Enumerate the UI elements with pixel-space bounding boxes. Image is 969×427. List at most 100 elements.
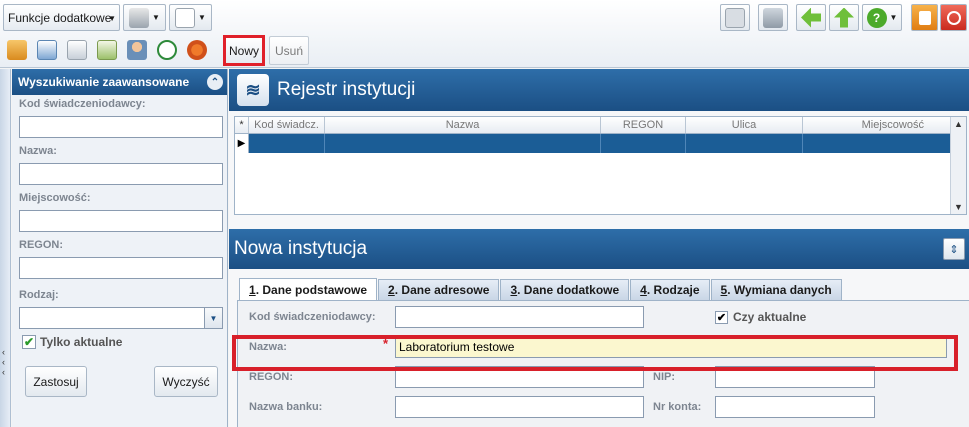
rodzaj-label: Rodzaj: xyxy=(19,289,59,301)
clock-button[interactable] xyxy=(153,36,181,66)
layout-icon xyxy=(175,7,196,28)
signature-button[interactable] xyxy=(63,36,91,66)
kod-field[interactable] xyxy=(395,306,644,328)
up-button[interactable] xyxy=(829,4,859,31)
collapse-up-icon[interactable]: ⌃ xyxy=(207,74,223,90)
tab-dane-dodatkowe[interactable]: 3. Dane dodatkowe xyxy=(500,279,630,300)
table-cell[interactable] xyxy=(803,134,951,153)
institutions-grid: * Kod świadcz. Nazwa REGON Ulica Miejsco… xyxy=(234,116,967,215)
kod-search-input[interactable] xyxy=(19,116,223,138)
column-header[interactable]: Nazwa xyxy=(325,117,601,133)
column-header[interactable]: Ulica xyxy=(686,117,803,133)
tab-dane-adresowe[interactable]: 2. Dane adresowe xyxy=(378,279,500,300)
registry-title: Rejestr instytucji xyxy=(277,79,416,100)
table-row[interactable]: ▶ xyxy=(235,134,951,153)
tab-dane-podstawowe[interactable]: 1. Dane podstawowe xyxy=(239,278,378,301)
active-label: Czy aktualne xyxy=(733,310,807,324)
flower-button[interactable] xyxy=(183,36,211,66)
funkcje-label: Funkcje dodatkowe xyxy=(8,10,112,25)
regon-search-input[interactable] xyxy=(19,257,223,279)
account-field[interactable] xyxy=(715,396,875,418)
tab-number: 5 xyxy=(720,283,728,297)
scroll-up-icon[interactable]: ▲ xyxy=(954,119,963,129)
scroll-down-icon[interactable]: ▼ xyxy=(954,202,963,212)
home-button[interactable] xyxy=(3,36,31,66)
only-current-checkbox[interactable]: ✔ Tylko aktualne xyxy=(22,335,122,349)
collapse-strip[interactable]: ‹ ‹ ‹ xyxy=(0,69,11,427)
calendar-button[interactable] xyxy=(33,36,61,66)
nip-field-label: NIP: xyxy=(653,371,675,383)
registry-title-bar: ≋ Rejestr instytucji xyxy=(229,69,969,111)
column-header[interactable]: Miejscowość xyxy=(803,117,951,133)
table-cell[interactable] xyxy=(686,134,803,153)
chevron-down-icon: ▼ xyxy=(889,13,898,22)
tab-number: 3 xyxy=(510,283,518,297)
nip-field[interactable] xyxy=(715,366,875,388)
search-panel-header: Wyszukiwanie zaawansowane ⌃ xyxy=(12,69,227,95)
back-arrow-icon xyxy=(801,7,821,28)
home-icon xyxy=(7,40,27,60)
tab-label: . Wymiana danych xyxy=(727,283,832,297)
clock-icon xyxy=(157,40,177,60)
chevron-down-icon: ▼ xyxy=(152,13,160,22)
column-header[interactable]: REGON xyxy=(601,117,686,133)
layout-button[interactable]: ▼ xyxy=(169,4,212,31)
column-header[interactable]: Kod świadcz. xyxy=(249,117,325,133)
collapse-arrow-icon: ‹ xyxy=(2,347,5,357)
tab-number: 4 xyxy=(640,283,647,297)
tab-rodzaje[interactable]: 4. Rodzaje xyxy=(630,279,710,300)
regon-field[interactable] xyxy=(395,366,644,388)
table-cell[interactable] xyxy=(601,134,686,153)
table-cell[interactable] xyxy=(325,134,601,153)
rodzaj-select[interactable]: ▼ xyxy=(19,307,223,329)
miejscowosc-label: Miejscowość: xyxy=(19,192,91,204)
tab-label: . Dane dodatkowe xyxy=(517,283,620,297)
checkmark-icon: ✔ xyxy=(715,310,728,324)
expand-collapse-icon[interactable]: ⇕ xyxy=(943,238,965,260)
account-field-label: Nr konta: xyxy=(653,401,702,413)
new-button[interactable]: Nowy xyxy=(223,35,265,66)
tab-number: 2 xyxy=(388,283,395,297)
user-button[interactable] xyxy=(123,36,151,66)
new-institution-bar: Nowa instytucja ⇕ xyxy=(229,229,969,269)
table-cell[interactable] xyxy=(249,134,325,153)
main-area: ≋ Rejestr instytucji * Kod świadcz. Nazw… xyxy=(229,69,969,427)
print-icon xyxy=(129,7,150,28)
collapse-arrow-icon: ‹ xyxy=(2,357,5,367)
power-button[interactable] xyxy=(940,4,967,31)
mail-button[interactable] xyxy=(720,4,750,31)
apply-button[interactable]: Zastosuj xyxy=(25,366,87,397)
nazwa-search-input[interactable] xyxy=(19,163,223,185)
network-button[interactable] xyxy=(758,4,788,31)
search-panel: Wyszukiwanie zaawansowane ⌃ Kod świadcze… xyxy=(12,69,228,427)
kod-label: Kod świadczeniodawcy: xyxy=(19,98,146,110)
tab-wymiana-danych[interactable]: 5. Wymiana danych xyxy=(710,279,842,300)
collapse-arrow-icon: ‹ xyxy=(2,367,5,377)
nazwa-field[interactable]: Laboratorium testowe xyxy=(395,336,947,358)
calendar-icon xyxy=(37,40,57,60)
bank-field-label: Nazwa banku: xyxy=(249,401,323,413)
back-button[interactable] xyxy=(796,4,826,31)
delete-button[interactable]: Usuń xyxy=(269,36,309,65)
help-button[interactable]: ? ▼ xyxy=(862,4,902,31)
funkcje-dropdown[interactable]: Funkcje dodatkowe ▼ xyxy=(3,4,120,31)
new-institution-title: Nowa instytucja xyxy=(234,238,368,259)
active-checkbox[interactable]: ✔ Czy aktualne xyxy=(715,310,806,324)
grid-corner-star: * xyxy=(235,117,249,133)
up-arrow-icon xyxy=(834,7,854,28)
chevron-down-icon: ▼ xyxy=(198,13,206,22)
tab-number: 1 xyxy=(249,283,256,297)
institution-form: Kod świadczeniodawcy: ✔ Czy aktualne Naz… xyxy=(237,300,969,427)
miejscowosc-search-input[interactable] xyxy=(19,210,223,232)
lock-button[interactable] xyxy=(911,4,938,31)
main-toolbar: Funkcje dodatkowe ▼ ▼ ▼ ? ▼ Nowy Usuń xyxy=(0,0,969,68)
tab-label: . Rodzaje xyxy=(646,283,700,297)
print-button[interactable]: ▼ xyxy=(123,4,166,31)
documents-icon xyxy=(97,40,117,60)
grid-scrollbar[interactable]: ▲ ▼ xyxy=(950,117,966,214)
clear-button[interactable]: Wyczyść xyxy=(154,366,218,397)
tab-label: . Dane adresowe xyxy=(394,283,490,297)
documents-button[interactable] xyxy=(93,36,121,66)
flower-icon xyxy=(187,40,207,60)
bank-field[interactable] xyxy=(395,396,644,418)
